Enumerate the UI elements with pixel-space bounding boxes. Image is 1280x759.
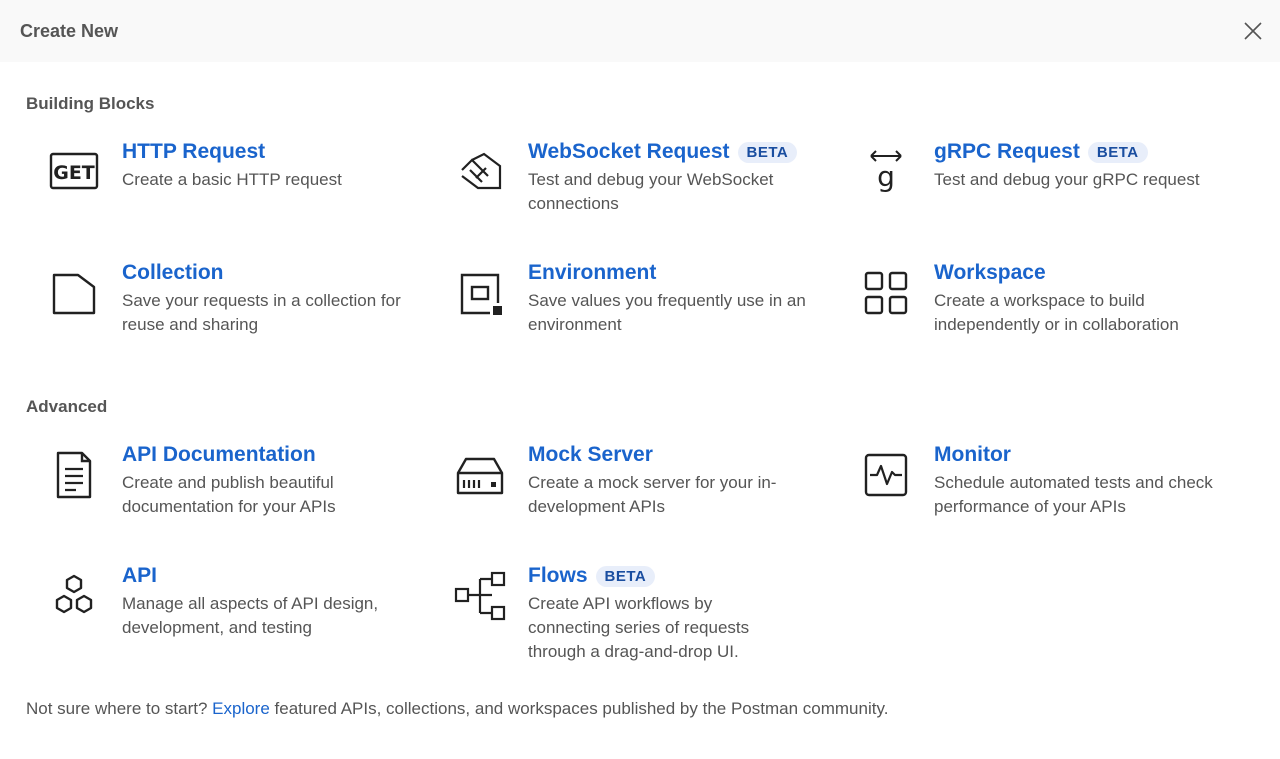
collection-icon: [26, 259, 122, 319]
section-title-advanced: Advanced: [26, 397, 108, 416]
item-title: HTTP Request: [122, 140, 266, 163]
footer-text: Not sure where to start? Explore feature…: [26, 699, 888, 719]
create-api-documentation[interactable]: API Documentation Create and publish bea…: [26, 441, 426, 519]
api-icon: [26, 562, 122, 622]
create-workspace[interactable]: Workspace Create a workspace to build in…: [838, 259, 1238, 337]
dialog-title: Create New: [20, 20, 119, 41]
item-title: Environment: [528, 261, 657, 284]
workspace-icon: [838, 259, 934, 319]
item-description: Test and debug your gRPC request: [934, 170, 1200, 189]
item-description: Schedule automated tests and check perfo…: [934, 473, 1213, 516]
footer-suffix: featured APIs, collections, and workspac…: [274, 699, 889, 718]
beta-badge: BETA: [737, 141, 798, 163]
websocket-icon: [432, 138, 528, 198]
beta-badge: BETA: [1087, 141, 1148, 163]
create-flows[interactable]: Flows BETA Create API workflows by connec…: [432, 562, 832, 664]
flows-icon: [432, 562, 528, 622]
item-title: API: [122, 564, 158, 587]
item-description: Create a mock server for your in-develop…: [528, 473, 777, 516]
explore-link[interactable]: Explore: [212, 699, 270, 718]
item-title: Monitor: [934, 443, 1011, 466]
item-title: API Documentation: [122, 443, 316, 466]
server-icon: [432, 441, 528, 501]
item-description: Create a workspace to build independentl…: [934, 291, 1179, 334]
item-description: Create API workflows by connecting serie…: [528, 594, 750, 661]
item-description: Create and publish beautiful documentati…: [122, 473, 336, 516]
create-mock-server[interactable]: Mock Server Create a mock server for you…: [432, 441, 832, 519]
create-api[interactable]: API Manage all aspects of API design, de…: [26, 562, 426, 640]
footer-prefix: Not sure where to start?: [26, 699, 208, 718]
dialog-header: Create New: [0, 0, 1280, 62]
item-title: gRPC Request: [934, 140, 1080, 163]
item-title: Flows: [528, 564, 588, 587]
svg-text:g: g: [877, 160, 895, 193]
item-description: Save your requests in a collection for r…: [122, 291, 401, 334]
create-websocket-request[interactable]: WebSocket Request BETA Test and debug you…: [432, 138, 832, 216]
create-monitor[interactable]: Monitor Schedule automated tests and che…: [838, 441, 1238, 519]
item-title: WebSocket Request: [528, 140, 730, 163]
close-icon: [1244, 22, 1262, 40]
create-grpc-request[interactable]: g gRPC Request BETA Test and debug your g…: [838, 138, 1238, 198]
item-description: Test and debug your WebSocket connection…: [528, 170, 774, 213]
environment-icon: [432, 259, 528, 319]
svg-text:GET: GET: [53, 162, 95, 184]
item-title: Workspace: [934, 261, 1046, 284]
document-icon: [26, 441, 122, 501]
item-description: Create a basic HTTP request: [122, 170, 342, 189]
create-collection[interactable]: Collection Save your requests in a colle…: [26, 259, 426, 337]
item-description: Manage all aspects of API design, develo…: [122, 594, 379, 637]
create-http-request[interactable]: GET HTTP Request Create a basic HTTP req…: [26, 138, 426, 198]
section-title-building-blocks: Building Blocks: [26, 94, 155, 113]
close-button[interactable]: [1238, 16, 1268, 46]
get-icon: GET: [26, 138, 122, 198]
grpc-icon: g: [838, 138, 934, 198]
create-environment[interactable]: Environment Save values you frequently u…: [432, 259, 832, 337]
item-title: Mock Server: [528, 443, 653, 466]
monitor-icon: [838, 441, 934, 501]
beta-badge: BETA: [595, 565, 656, 587]
item-title: Collection: [122, 261, 224, 284]
item-description: Save values you frequently use in an env…: [528, 291, 806, 334]
